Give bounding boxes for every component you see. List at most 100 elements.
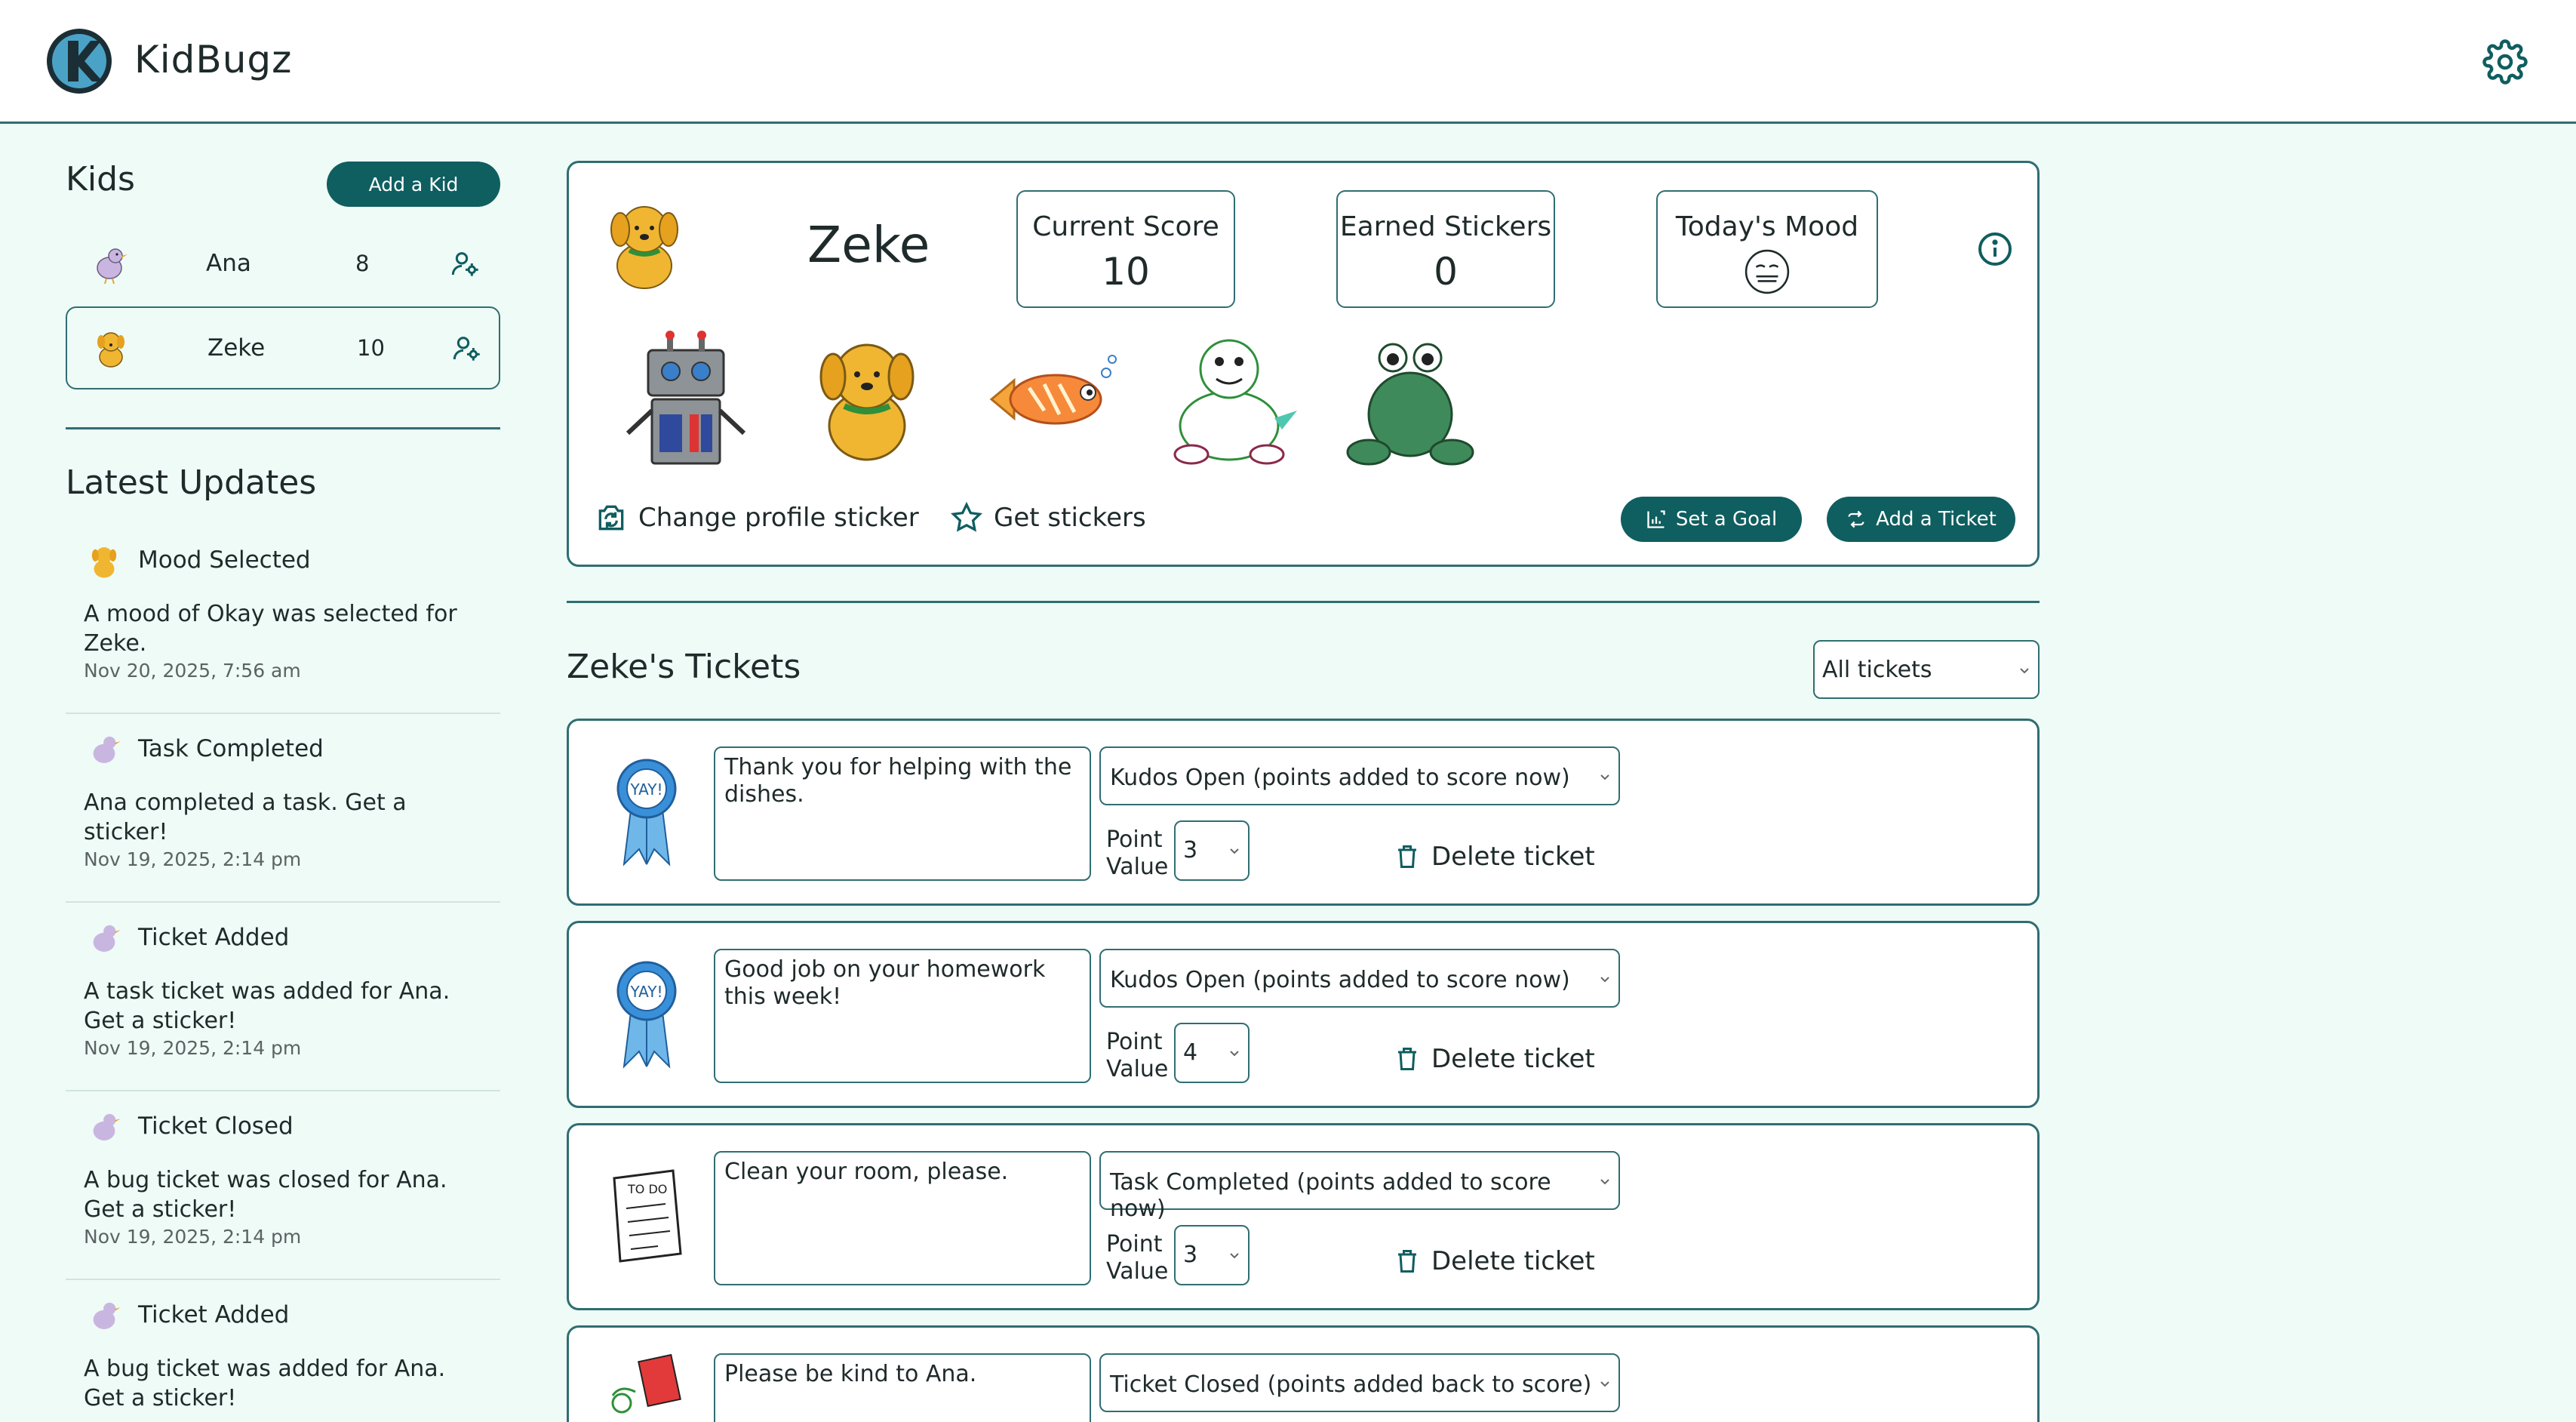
earned-stickers-value: 0 bbox=[1434, 250, 1458, 294]
kid-name: Zeke bbox=[207, 334, 266, 362]
delete-ticket-label: Delete ticket bbox=[1431, 1044, 1595, 1074]
section-divider bbox=[567, 601, 2040, 603]
ticket-card: YAY! Good job on your homework this week… bbox=[567, 921, 2040, 1108]
point-value: 3 bbox=[1183, 837, 1198, 863]
ticket-filter-value: All tickets bbox=[1822, 657, 1932, 683]
app-name: KidBugz bbox=[134, 38, 293, 82]
ticket-status-value: Task Completed (points added to score no… bbox=[1110, 1169, 1551, 1222]
star-icon bbox=[950, 501, 983, 532]
ticket-status-select[interactable]: Kudos Open (points added to score now) bbox=[1099, 949, 1620, 1008]
current-score-label: Current Score bbox=[1032, 211, 1219, 242]
trash-icon bbox=[1398, 1250, 1416, 1273]
kid-name: Ana bbox=[206, 250, 251, 277]
set-goal-button[interactable]: Set a Goal bbox=[1621, 497, 1802, 542]
chevron-down-icon bbox=[1600, 977, 1609, 983]
camera-rotate-icon bbox=[598, 505, 624, 531]
svg-text:YAY!: YAY! bbox=[629, 780, 662, 799]
kid-row-zeke[interactable]: Zeke 10 bbox=[66, 306, 500, 389]
update-message: A mood of Okay was selected for Zeke. bbox=[84, 601, 457, 657]
update-date: Nov 19, 2025, 2:14 pm bbox=[84, 848, 302, 870]
delete-ticket-button[interactable]: Delete ticket bbox=[1394, 1246, 1595, 1276]
get-stickers-label: Get stickers bbox=[994, 503, 1146, 533]
bird-icon bbox=[93, 1302, 121, 1329]
ribbon-icon: YAY! bbox=[616, 759, 677, 866]
kid-row-ana[interactable]: Ana 8 bbox=[66, 222, 500, 305]
delete-ticket-label: Delete ticket bbox=[1431, 1246, 1595, 1276]
app-header: KidBugz bbox=[0, 0, 2576, 124]
frog-sticker-icon[interactable] bbox=[1339, 328, 1482, 471]
update-item: Task Completed Ana completed a task. Get… bbox=[66, 714, 500, 903]
robot-sticker-icon[interactable] bbox=[614, 328, 758, 471]
dog-icon bbox=[97, 332, 124, 368]
ticket-filter-select[interactable]: All tickets bbox=[1813, 640, 2040, 699]
ticket-status-value: Ticket Closed (points added back to scor… bbox=[1110, 1371, 1592, 1398]
change-profile-sticker-label: Change profile sticker bbox=[638, 503, 919, 533]
ticket-description-input[interactable]: Good job on your homework this week! bbox=[714, 949, 1091, 1083]
ticket-description-input[interactable]: Thank you for helping with the dishes. bbox=[714, 746, 1091, 881]
bird-icon bbox=[97, 248, 128, 285]
trash-icon bbox=[1398, 1048, 1416, 1070]
todo-list-icon: TO DO bbox=[613, 1169, 682, 1263]
ticket-status-value: Kudos Open (points added to score now) bbox=[1110, 765, 1570, 791]
ticket-status-select[interactable]: Task Completed (points added to score no… bbox=[1099, 1151, 1620, 1222]
gear-icon[interactable] bbox=[2482, 39, 2528, 85]
latest-updates-heading: Latest Updates bbox=[66, 463, 317, 502]
ribbon-icon: YAY! bbox=[616, 961, 677, 1069]
delete-ticket-button[interactable]: Delete ticket bbox=[1394, 1044, 1595, 1074]
point-value-select[interactable]: 4 bbox=[1174, 1023, 1250, 1083]
chevron-down-icon bbox=[1230, 1051, 1239, 1057]
bird-icon bbox=[93, 1113, 121, 1140]
turtle-sticker-icon[interactable] bbox=[1157, 328, 1301, 471]
chevron-down-icon bbox=[1230, 848, 1239, 854]
info-icon[interactable] bbox=[1977, 231, 2013, 267]
chevron-down-icon bbox=[1600, 774, 1609, 780]
get-stickers-link[interactable]: Get stickers bbox=[950, 501, 1146, 534]
add-kid-button[interactable]: Add a Kid bbox=[327, 162, 500, 207]
bug-icon bbox=[611, 1353, 681, 1414]
change-profile-sticker-link[interactable]: Change profile sticker bbox=[595, 501, 919, 534]
earned-stickers-label: Earned Stickers bbox=[1339, 211, 1552, 242]
ticket-status-select[interactable]: Kudos Open (points added to score now) bbox=[1099, 746, 1620, 805]
add-ticket-button[interactable]: Add a Ticket bbox=[1827, 497, 2015, 542]
point-value: 3 bbox=[1183, 1242, 1198, 1268]
update-item: Ticket Added A bug ticket was added for … bbox=[66, 1280, 500, 1411]
point-value-label: Point Value bbox=[1106, 1029, 1169, 1082]
earned-stickers-box: Earned Stickers 0 bbox=[1336, 190, 1555, 308]
current-score-box: Current Score 10 bbox=[1016, 190, 1235, 308]
dog-icon[interactable] bbox=[592, 192, 697, 297]
user-settings-icon[interactable] bbox=[450, 248, 481, 279]
ticket-status-select[interactable]: Ticket Closed (points added back to scor… bbox=[1099, 1353, 1620, 1412]
dog-sticker-icon[interactable] bbox=[795, 328, 939, 471]
kid-profile-card: Zeke Current Score 10 Earned Stickers 0 … bbox=[567, 161, 2040, 567]
fish-sticker-icon[interactable] bbox=[976, 328, 1120, 471]
chart-goal-icon bbox=[1647, 510, 1665, 528]
trash-icon bbox=[1398, 845, 1416, 868]
update-title: Ticket Added bbox=[138, 924, 290, 951]
update-message: A bug ticket was closed for Ana. Get a s… bbox=[84, 1167, 447, 1223]
update-title: Ticket Added bbox=[138, 1301, 290, 1328]
tickets-heading: Zeke's Tickets bbox=[567, 648, 801, 686]
update-item: Mood Selected A mood of Okay was selecte… bbox=[66, 525, 500, 714]
svg-text:YAY!: YAY! bbox=[629, 983, 662, 1001]
point-value-select[interactable]: 3 bbox=[1174, 1225, 1250, 1285]
kidbugz-logo-icon[interactable] bbox=[45, 27, 113, 95]
todays-mood-label: Today's Mood bbox=[1675, 211, 1859, 242]
ticket-card: TO DO Clean your room, please. Task Comp… bbox=[567, 1123, 2040, 1310]
todays-mood-box[interactable]: Today's Mood bbox=[1656, 190, 1878, 308]
point-value-select[interactable]: 3 bbox=[1174, 820, 1250, 881]
point-value-label: Point Value bbox=[1106, 1231, 1169, 1285]
delete-ticket-button[interactable]: Delete ticket bbox=[1394, 842, 1595, 872]
update-date: Nov 19, 2025, 2:14 pm bbox=[84, 1037, 302, 1059]
update-date: Nov 20, 2025, 7:56 am bbox=[84, 660, 301, 682]
ticket-card: YAY! Thank you for helping with the dish… bbox=[567, 719, 2040, 906]
update-date: Nov 19, 2025, 2:14 pm bbox=[84, 1226, 302, 1248]
set-goal-label: Set a Goal bbox=[1675, 508, 1778, 531]
user-settings-icon[interactable] bbox=[452, 333, 482, 363]
svg-text:TO DO: TO DO bbox=[627, 1182, 667, 1196]
ticket-description-input[interactable]: Please be kind to Ana. bbox=[714, 1353, 1091, 1422]
chevron-down-icon bbox=[2020, 668, 2029, 674]
neutral-face-icon bbox=[1744, 249, 1790, 294]
ticket-description-input[interactable]: Clean your room, please. bbox=[714, 1151, 1091, 1285]
update-item: Ticket Closed A bug ticket was closed fo… bbox=[66, 1091, 500, 1280]
update-message: Ana completed a task. Get a sticker! bbox=[84, 789, 407, 845]
